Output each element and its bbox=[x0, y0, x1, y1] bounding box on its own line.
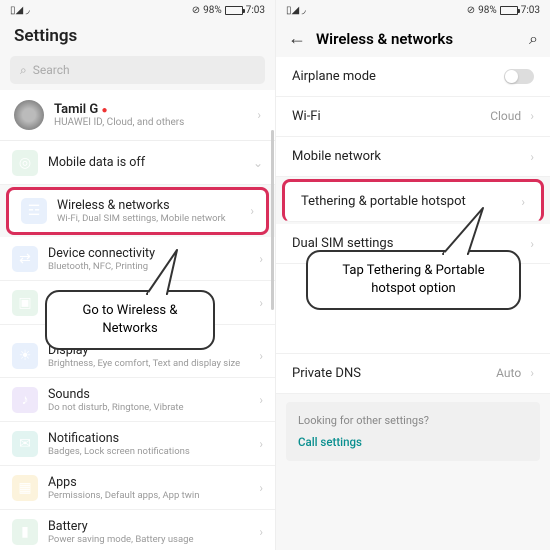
row-title: Tethering & portable hotspot bbox=[301, 194, 466, 209]
row-title: Mobile data is off bbox=[48, 155, 247, 170]
chevron-right-icon: › bbox=[259, 393, 263, 407]
chevron-right-icon: › bbox=[530, 366, 534, 380]
search-input[interactable]: ⌕ Search bbox=[10, 56, 265, 84]
row-mobile-network[interactable]: Mobile network › bbox=[276, 137, 550, 177]
mobile-data-icon: ◎ bbox=[12, 150, 38, 176]
wireless-networks-screen: ▯◢ ◞ ⊘ 98% 7:03 ← Wireless & networks ⌕ … bbox=[275, 0, 550, 550]
chevron-right-icon: › bbox=[259, 349, 263, 363]
battery-row-icon: ▮ bbox=[12, 519, 38, 545]
callout-right: Tap Tethering & Portable hotspot option bbox=[306, 250, 521, 310]
callout-text: Tap Tethering & Portable hotspot option bbox=[342, 263, 484, 296]
row-airplane-mode[interactable]: Airplane mode bbox=[276, 57, 550, 97]
row-title: Dual SIM settings bbox=[292, 236, 393, 251]
row-title: Notifications bbox=[48, 431, 253, 446]
battery-percent: 98% bbox=[478, 5, 497, 16]
page-title: Settings bbox=[0, 20, 275, 56]
airplane-toggle[interactable] bbox=[504, 69, 534, 84]
row-title: Battery bbox=[48, 519, 253, 534]
row-subtitle: Power saving mode, Battery usage bbox=[48, 534, 253, 545]
row-wireless-networks[interactable]: ☲ Wireless & networks Wi-Fi, Dual SIM se… bbox=[6, 187, 269, 235]
clock-time: 7:03 bbox=[521, 5, 540, 16]
apps-icon: ▦ bbox=[12, 475, 38, 501]
row-title: Sounds bbox=[48, 387, 253, 402]
search-icon[interactable]: ⌕ bbox=[529, 29, 538, 49]
page-title: Wireless & networks bbox=[316, 30, 519, 48]
display-icon: ☀ bbox=[12, 343, 38, 369]
wifi-icon: ◞ bbox=[26, 5, 30, 16]
chevron-right-icon: › bbox=[259, 296, 263, 310]
row-value: Cloud bbox=[490, 109, 521, 123]
row-title: Airplane mode bbox=[292, 69, 376, 84]
chevron-right-icon: › bbox=[530, 237, 534, 251]
row-device-connectivity[interactable]: ⇄ Device connectivity Bluetooth, NFC, Pr… bbox=[0, 237, 275, 281]
row-value: Auto bbox=[496, 366, 521, 380]
chevron-right-icon: › bbox=[259, 481, 263, 495]
home-icon: ▣ bbox=[12, 290, 38, 316]
chevron-right-icon: › bbox=[250, 204, 254, 218]
other-settings-box: Looking for other settings? Call setting… bbox=[286, 402, 540, 461]
row-title: Wi-Fi bbox=[292, 109, 321, 124]
back-button[interactable]: ← bbox=[288, 28, 306, 49]
chevron-right-icon: › bbox=[259, 437, 263, 451]
other-settings-question: Looking for other settings? bbox=[298, 414, 528, 427]
chevron-right-icon: › bbox=[530, 109, 534, 123]
row-subtitle: Badges, Lock screen notifications bbox=[48, 446, 253, 457]
row-subtitle: Wi-Fi, Dual SIM settings, Mobile network bbox=[57, 213, 244, 224]
scrollbar[interactable] bbox=[271, 130, 274, 310]
clock-time: 7:03 bbox=[246, 5, 265, 16]
callout-left: Go to Wireless & Networks bbox=[45, 290, 215, 350]
alarm-off-icon: ⊘ bbox=[467, 5, 475, 16]
profile-row[interactable]: Tamil G ● HUAWEI ID, Cloud, and others › bbox=[0, 90, 275, 141]
profile-name: Tamil G bbox=[54, 102, 98, 117]
row-notifications[interactable]: ✉ Notifications Badges, Lock screen noti… bbox=[0, 422, 275, 466]
row-apps[interactable]: ▦ Apps Permissions, Default apps, App tw… bbox=[0, 466, 275, 510]
connectivity-icon: ⇄ bbox=[12, 246, 38, 272]
chevron-down-icon: ⌄ bbox=[253, 156, 263, 170]
row-wifi[interactable]: Wi-Fi Cloud › bbox=[276, 97, 550, 137]
chevron-right-icon: › bbox=[259, 525, 263, 539]
signal-icon: ▯◢ bbox=[10, 5, 23, 16]
notifications-icon: ✉ bbox=[12, 431, 38, 457]
chevron-right-icon: › bbox=[530, 150, 534, 164]
settings-screen: ▯◢ ◞ ⊘ 98% 7:03 Settings ⌕ Search Tamil … bbox=[0, 0, 275, 550]
sounds-icon: ♪ bbox=[12, 387, 38, 413]
search-placeholder: Search bbox=[33, 63, 70, 77]
row-title: Apps bbox=[48, 475, 253, 490]
avatar bbox=[14, 100, 44, 130]
wifi-icon: ◞ bbox=[302, 5, 306, 16]
row-subtitle: Brightness, Eye comfort, Text and displa… bbox=[48, 358, 253, 369]
row-private-dns[interactable]: Private DNS Auto › bbox=[276, 354, 550, 394]
chevron-right-icon: › bbox=[521, 195, 525, 209]
row-mobile-data[interactable]: ◎ Mobile data is off ⌄ bbox=[0, 141, 275, 185]
callout-text: Go to Wireless & Networks bbox=[83, 303, 178, 336]
profile-subtitle: HUAWEI ID, Cloud, and others bbox=[54, 117, 251, 128]
chevron-right-icon: › bbox=[257, 108, 261, 122]
row-battery[interactable]: ▮ Battery Power saving mode, Battery usa… bbox=[0, 510, 275, 550]
row-subtitle: Permissions, Default apps, App twin bbox=[48, 490, 253, 501]
notification-dot-icon: ● bbox=[101, 105, 107, 116]
status-bar: ▯◢ ◞ ⊘ 98% 7:03 bbox=[276, 0, 550, 20]
row-tethering-hotspot[interactable]: Tethering & portable hotspot › bbox=[282, 179, 544, 222]
battery-icon bbox=[225, 6, 243, 15]
row-title: Private DNS bbox=[292, 366, 361, 381]
row-title: Wireless & networks bbox=[57, 198, 244, 213]
battery-percent: 98% bbox=[203, 5, 222, 16]
row-title: Mobile network bbox=[292, 149, 381, 164]
wifi-icon: ☲ bbox=[21, 198, 47, 224]
row-subtitle: Do not disturb, Ringtone, Vibrate bbox=[48, 402, 253, 413]
search-icon: ⌕ bbox=[20, 63, 27, 78]
status-bar: ▯◢ ◞ ⊘ 98% 7:03 bbox=[0, 0, 275, 20]
call-settings-link[interactable]: Call settings bbox=[298, 435, 528, 449]
battery-icon bbox=[500, 6, 518, 15]
alarm-off-icon: ⊘ bbox=[192, 5, 200, 16]
signal-icon: ▯◢ bbox=[286, 5, 299, 16]
row-sounds[interactable]: ♪ Sounds Do not disturb, Ringtone, Vibra… bbox=[0, 378, 275, 422]
chevron-right-icon: › bbox=[259, 252, 263, 266]
